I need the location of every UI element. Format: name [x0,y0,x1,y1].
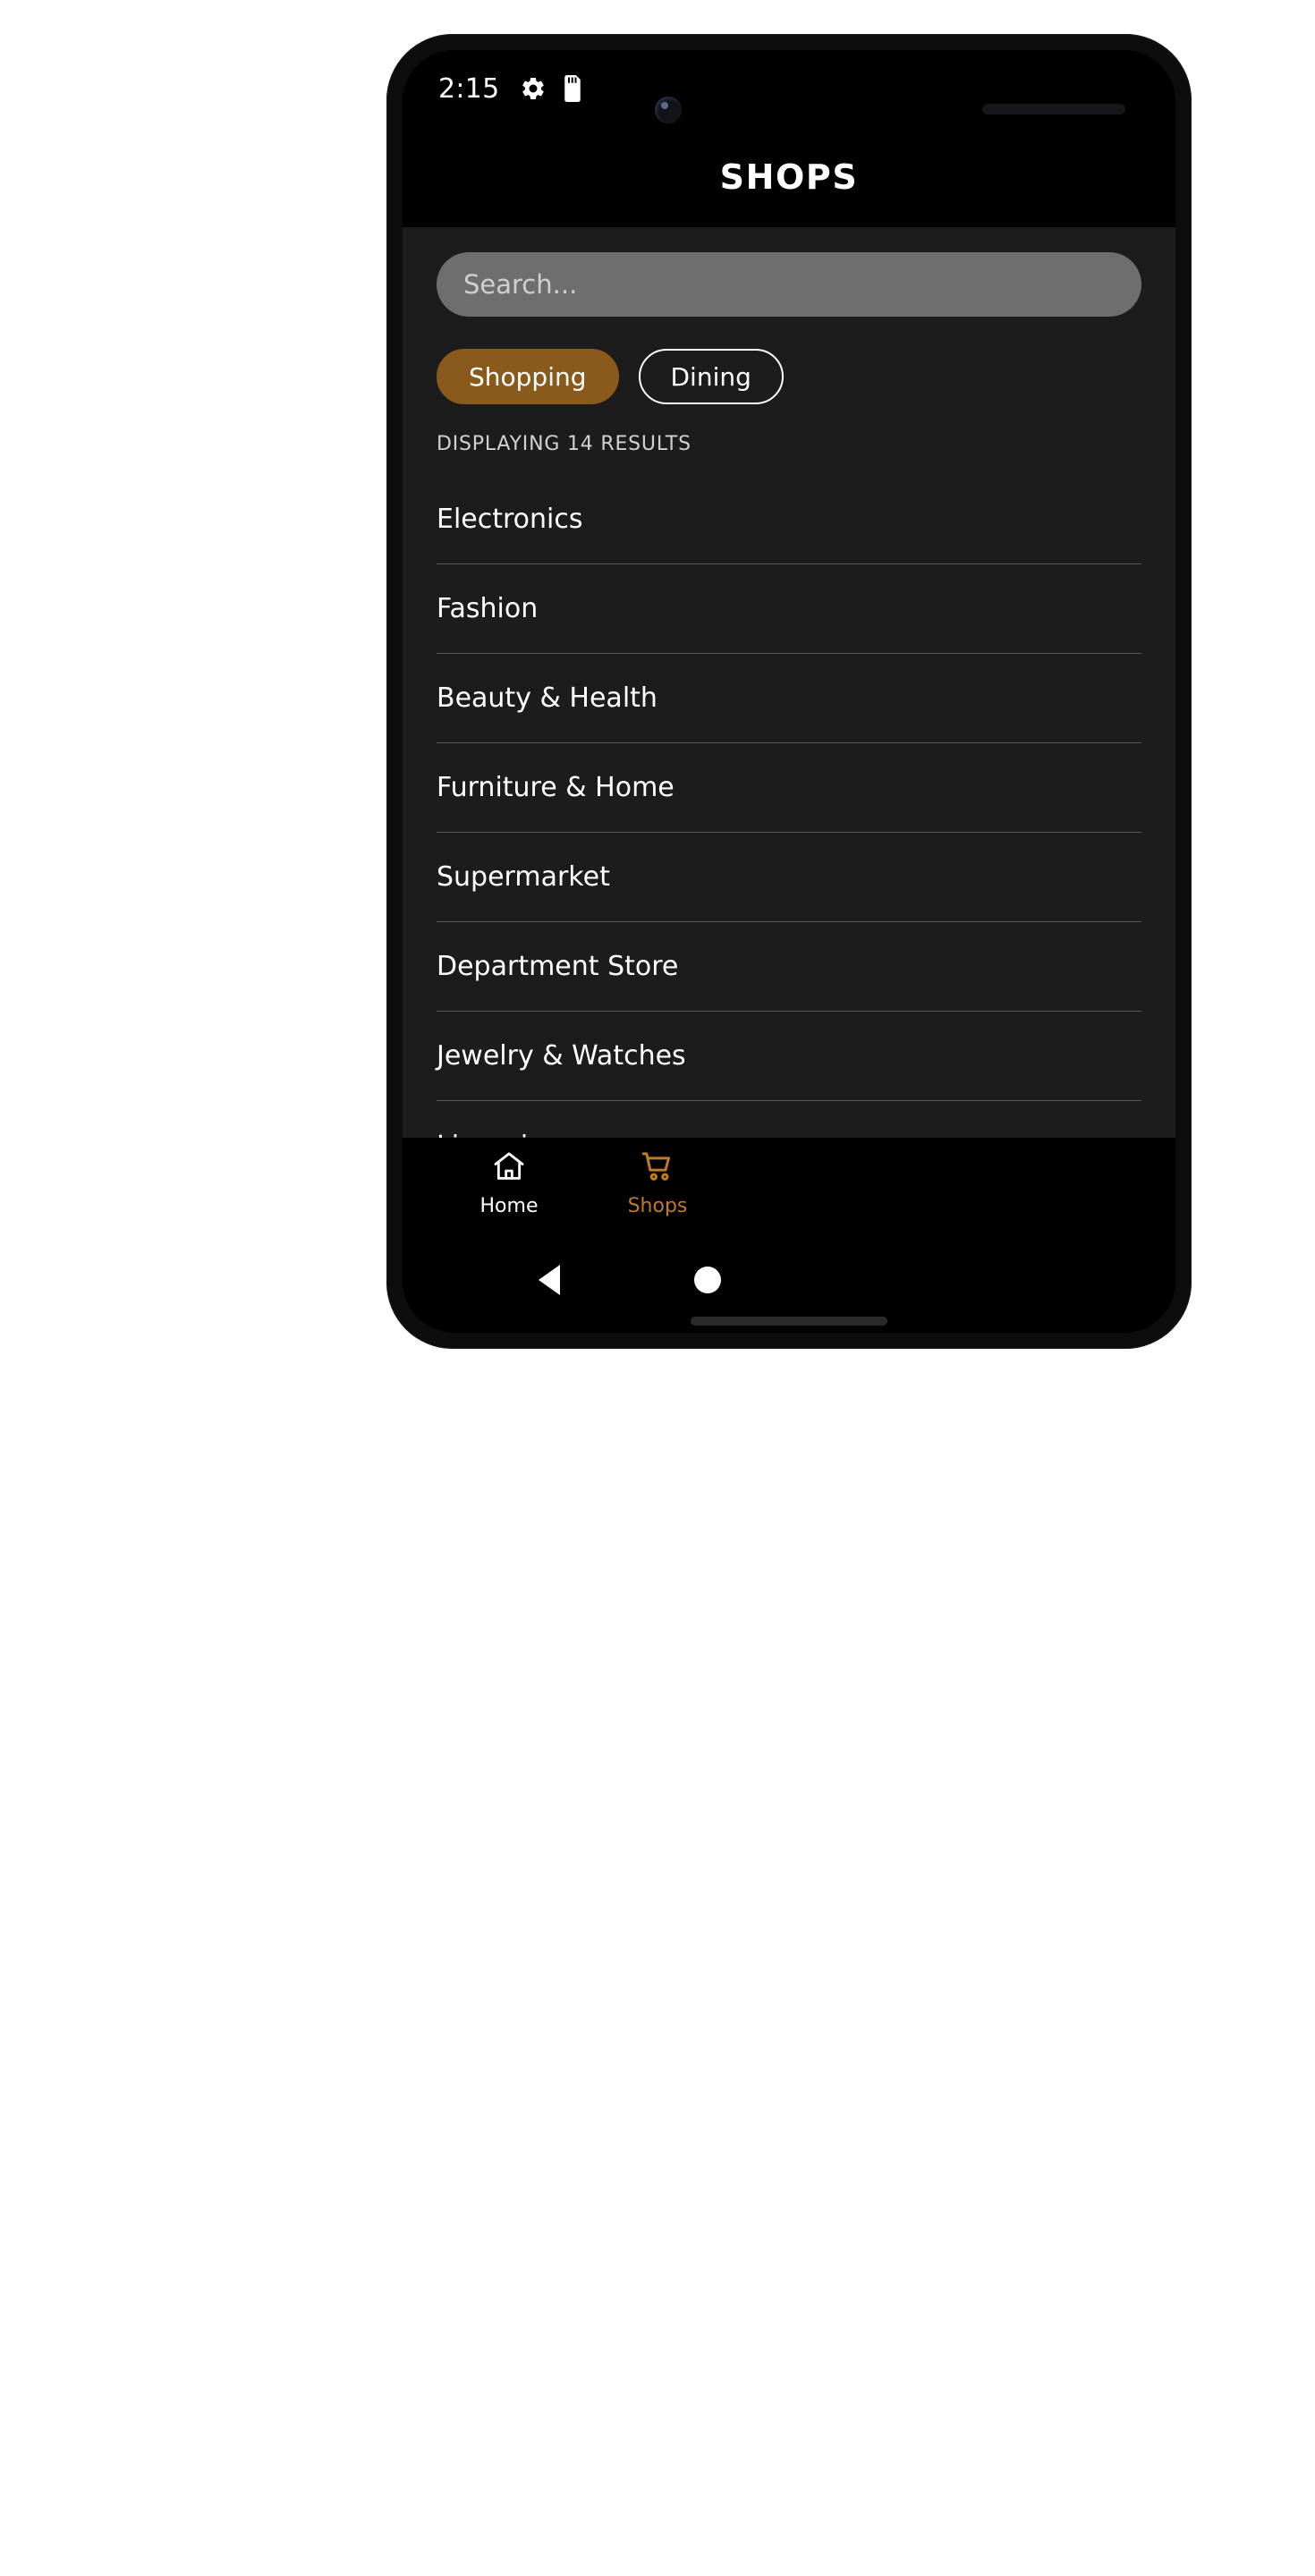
list-item[interactable]: Beauty & Health [437,654,1141,743]
filter-chip-dining[interactable]: Dining [638,349,784,404]
app-bar: SHOPS [403,127,1175,227]
bottom-nav-item-shops-label: Shops [627,1194,688,1217]
main-content: Search... Shopping Dining DISPLAYING 14 … [403,227,1175,1138]
list-item-label: Beauty & Health [437,682,658,714]
list-item[interactable]: Department Store [437,922,1141,1012]
status-bar-icons [520,75,584,102]
list-item-label: Lingerie [437,1131,545,1139]
phone-screen: 2:15 SHOPS Search... Shopping Dining DIS… [403,50,1175,1333]
sd-card-icon [561,75,584,102]
results-count-label: DISPLAYING 14 RESULTS [437,433,691,455]
search-container: Search... [403,227,1175,317]
list-item-label: Jewelry & Watches [437,1040,686,1072]
filter-chip-row: Shopping Dining [403,317,1175,404]
category-list[interactable]: Electronics Fashion Beauty & Health Furn… [403,475,1175,1138]
home-icon [491,1148,527,1188]
bottom-nav-item-shops[interactable]: Shops [583,1148,732,1217]
home-circle-icon[interactable] [694,1267,721,1293]
front-camera-punch-hole [655,97,682,123]
gear-icon [520,75,547,102]
list-item-label: Furniture & Home [437,772,674,803]
filter-chip-shopping-label: Shopping [469,361,587,392]
filter-chip-shopping[interactable]: Shopping [437,349,619,404]
list-item[interactable]: Fashion [437,564,1141,654]
status-bar: 2:15 [403,50,1175,127]
filter-chip-dining-label: Dining [670,361,751,392]
list-item[interactable]: Electronics [437,475,1141,564]
list-item-label: Department Store [437,951,679,982]
list-item[interactable]: Supermarket [437,833,1141,922]
search-input[interactable]: Search... [437,252,1141,317]
list-item[interactable]: Jewelry & Watches [437,1012,1141,1101]
bottom-navigation-bar: Home Shops [403,1138,1175,1227]
list-item[interactable]: Furniture & Home [437,743,1141,833]
list-item-label: Supermarket [437,861,610,893]
earpiece-speaker [982,104,1125,114]
phone-device-frame: 2:15 SHOPS Search... Shopping Dining DIS… [386,34,1192,1349]
list-item-label: Electronics [437,504,583,535]
bottom-nav-item-home[interactable]: Home [435,1148,583,1217]
phone-screen-bezel: 2:15 SHOPS Search... Shopping Dining DIS… [403,50,1175,1333]
back-triangle-icon[interactable] [539,1265,560,1295]
bottom-nav-item-home-label: Home [479,1194,539,1217]
bottom-bezel-indicator [691,1317,887,1326]
list-item-label: Fashion [437,593,539,624]
list-item[interactable]: Lingerie [437,1101,1141,1139]
status-bar-clock: 2:15 [438,72,500,105]
page-title: SHOPS [719,157,859,197]
shopping-cart-icon [639,1148,676,1188]
search-placeholder: Search... [463,269,578,300]
